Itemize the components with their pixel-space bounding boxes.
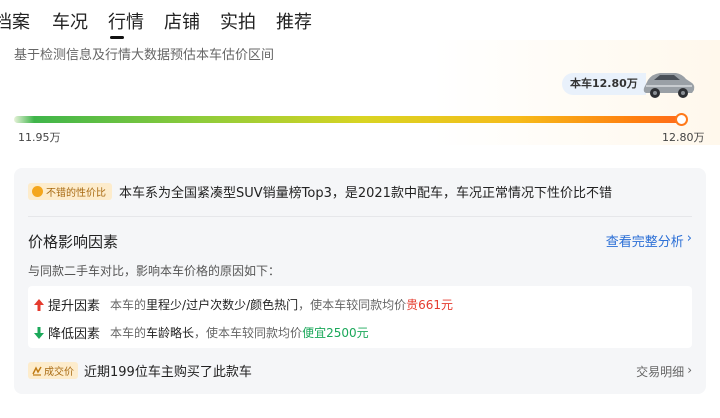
value-badge: 不错的性价比: [28, 183, 112, 200]
tab-market[interactable]: 行情: [108, 8, 144, 39]
factor-up-text: 本车的: [110, 298, 147, 312]
factor-down-text-2: ，使本车较同款均价: [194, 326, 303, 340]
tab-archive[interactable]: 档案: [0, 8, 30, 34]
tab-photos[interactable]: 实拍: [220, 8, 256, 34]
transaction-details-link[interactable]: 交易明细 ›: [636, 363, 692, 380]
this-car-price-bubble: 本车12.80万: [562, 73, 646, 95]
factor-down-result: 便宜2500元: [302, 326, 369, 340]
smile-icon: [32, 186, 43, 197]
deal-icon: [32, 365, 42, 376]
price-range-bar: [14, 116, 686, 123]
chevron-right-icon: ›: [686, 231, 692, 246]
transaction-details-label: 交易明细: [636, 365, 685, 379]
factor-up-result: 贵661元: [406, 298, 454, 312]
price-range-panel: 基于检测信息及行情大数据预估本车估价区间 本车12.80万 11.95万 12.…: [0, 40, 720, 145]
tab-shop[interactable]: 店铺: [164, 8, 200, 34]
price-min-label: 11.95万: [18, 131, 61, 144]
factor-down-highlight: 车龄略长: [146, 326, 195, 340]
arrow-down-icon: [34, 326, 44, 339]
arrow-up-icon: [34, 298, 44, 311]
deal-badge-label: 成交价: [44, 367, 74, 378]
view-full-analysis-label: 查看完整分析: [605, 235, 684, 250]
car-thumbnail-icon: [643, 73, 695, 98]
price-range-description: 基于检测信息及行情大数据预估本车估价区间: [14, 48, 275, 63]
price-factors-list: 提升因素 本车的 里程少/过户次数少/颜色热门 ，使本车较同款均价 贵661元 …: [28, 286, 692, 348]
value-badge-label: 不错的性价比: [46, 188, 106, 199]
factor-up-highlight: 里程少/过户次数少/颜色热门: [146, 298, 299, 312]
tab-recommend[interactable]: 推荐: [276, 8, 312, 34]
deal-text: 近期199位车主购买了此款车: [84, 365, 252, 380]
value-tagline: 不错的性价比 本车系为全国紧凑型SUV销量榜Top3，是2021款中配车，车况正…: [28, 182, 612, 201]
tab-condition[interactable]: 车况: [52, 8, 88, 34]
this-car-marker: [675, 113, 688, 126]
view-full-analysis-link[interactable]: 查看完整分析 ›: [606, 231, 692, 250]
factor-down-row: 降低因素 本车的 车龄略长 ，使本车较同款均价 便宜2500元: [34, 323, 369, 342]
price-analysis-card: 不错的性价比 本车系为全国紧凑型SUV销量榜Top3，是2021款中配车，车况正…: [14, 168, 706, 394]
factor-up-text-2: ，使本车较同款均价: [298, 298, 407, 312]
value-tagline-text: 本车系为全国紧凑型SUV销量榜Top3，是2021款中配车，车况正常情况下性价比…: [119, 186, 612, 201]
price-factors-subtitle: 与同款二手车对比，影响本车价格的原因如下：: [28, 264, 281, 278]
deal-info: 成交价 近期199位车主购买了此款车: [28, 361, 252, 380]
factor-up-row: 提升因素 本车的 里程少/过户次数少/颜色热门 ，使本车较同款均价 贵661元: [34, 295, 453, 314]
deal-badge: 成交价: [28, 362, 78, 379]
price-factors-title: 价格影响因素: [28, 233, 119, 251]
divider: [28, 216, 692, 217]
factor-down-text: 本车的: [110, 326, 147, 340]
factor-down-name: 降低因素: [48, 327, 101, 342]
chevron-right-icon: ›: [687, 363, 692, 377]
price-max-label: 12.80万: [662, 131, 705, 144]
factor-up-name: 提升因素: [48, 299, 101, 314]
